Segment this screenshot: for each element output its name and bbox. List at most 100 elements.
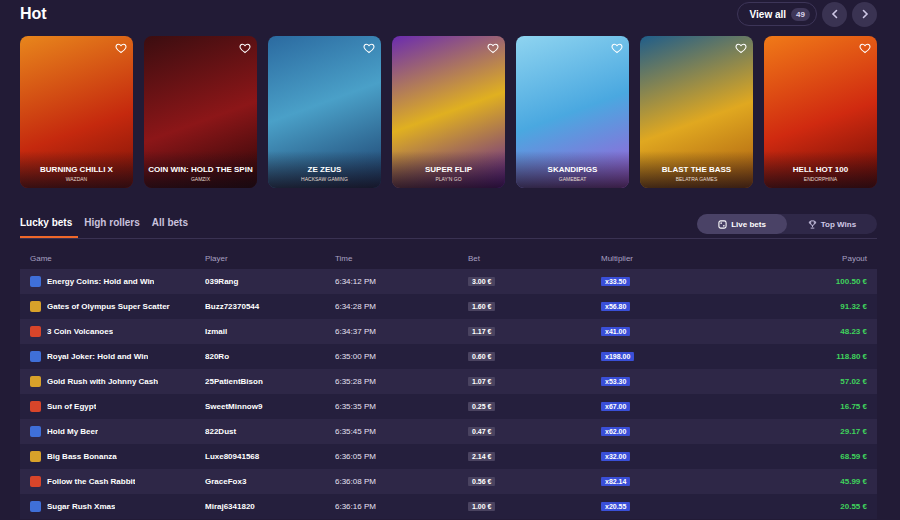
time-cell: 6:35:35 PM [335,402,468,411]
bet-tab[interactable]: Lucky bets [20,217,78,238]
dice-icon [718,220,727,229]
table-row[interactable]: Hold My Beer822Dust6:35:45 PM0.47 €x62.0… [20,419,877,444]
bet-cell: 1.17 € [468,327,601,336]
payout-cell: 20.55 € [747,502,867,511]
bet-cell: 1.60 € [468,302,601,311]
game-art [392,36,505,151]
game-cell: Energy Coins: Hold and Win [30,276,205,287]
bet-tab[interactable]: High rollers [78,217,146,238]
game-title: Gates of Olympus Super Scatter [47,302,170,311]
game-caption: COIN WIN: HOLD THE SPIN GAMZIX [144,151,257,188]
time-cell: 6:35:45 PM [335,427,468,436]
game-provider: GAMZIX [148,176,253,182]
game-card[interactable]: SUPER FLIP PLAY'N GO [392,36,505,188]
bet-tabs: Lucky betsHigh rollersAll bets [20,217,194,238]
game-art [516,36,629,151]
game-caption: ZE ZEUSHACKSAW GAMING [268,151,381,188]
table-row[interactable]: Gold Rush with Johnny Cash 25PatientBison… [20,369,877,394]
multiplier-badge: x67.00 [601,402,630,411]
table-row[interactable]: Energy Coins: Hold and Win039Rang6:34:12… [20,269,877,294]
bet-tab[interactable]: All bets [146,217,194,238]
hot-header: Hot View all49 [20,0,877,28]
heart-icon[interactable] [239,42,251,54]
table-row[interactable]: Royal Joker: Hold and Win820Ro6:35:00 PM… [20,344,877,369]
bet-badge: 0.47 € [468,427,495,436]
table-row[interactable]: Sugar Rush XmasMiraj63418206:36:16 PM1.0… [20,494,877,519]
game-cards: BURNING CHILLI XWAZDAN COIN WIN: HOLD THE… [20,36,877,188]
column-header: Time [335,254,468,263]
player-cell: 039Rang [205,277,335,286]
game-cell: Follow the Cash Rabbit [30,476,205,487]
feed-option[interactable]: Live bets [697,214,787,234]
multiplier-badge: x33.50 [601,277,630,286]
column-header: Game [30,254,205,263]
column-header: Bet [468,254,601,263]
heart-icon[interactable] [611,42,623,54]
game-art [640,36,753,151]
bet-cell: 0.25 € [468,402,601,411]
game-cell: Gates of Olympus Super Scatter [30,301,205,312]
game-thumb-icon [30,451,41,462]
game-title: 3 Coin Volcanoes [47,327,113,336]
next-button[interactable] [852,2,877,27]
multiplier-cell: x67.00 [601,402,747,411]
game-card[interactable]: COIN WIN: HOLD THE SPIN GAMZIX [144,36,257,188]
chevron-left-icon [830,9,840,19]
game-name: BLAST THE BASS [644,165,749,174]
game-provider: ENDORPHINA [768,176,873,182]
game-card[interactable]: BURNING CHILLI XWAZDAN [20,36,133,188]
column-header: Payout [747,254,867,263]
game-caption: SUPER FLIP PLAY'N GO [392,151,505,188]
game-caption: BURNING CHILLI XWAZDAN [20,151,133,188]
game-provider: PLAY'N GO [396,176,501,182]
multiplier-badge: x62.00 [601,427,630,436]
feed-option-label: Live bets [731,220,766,229]
multiplier-cell: x198.00 [601,352,747,361]
game-card[interactable]: HELL HOT 100 ENDORPHINA [764,36,877,188]
game-caption: HELL HOT 100 ENDORPHINA [764,151,877,188]
table-header: GamePlayerTimeBetMultiplierPayout [20,249,877,267]
game-art [268,36,381,151]
table-row[interactable]: Big Bass BonanzaLuxe809415686:36:05 PM2.… [20,444,877,469]
bet-badge: 1.07 € [468,377,495,386]
multiplier-cell: x20.55 [601,502,747,511]
game-card[interactable]: ZE ZEUSHACKSAW GAMING [268,36,381,188]
game-card[interactable]: BLAST THE BASSBELATRA GAMES [640,36,753,188]
multiplier-cell: x32.00 [601,452,747,461]
view-all-button[interactable]: View all49 [737,2,817,26]
game-title: Energy Coins: Hold and Win [47,277,154,286]
bet-cell: 1.00 € [468,502,601,511]
multiplier-cell: x41.00 [601,327,747,336]
bets-table: Energy Coins: Hold and Win039Rang6:34:12… [20,269,877,519]
player-cell: 25PatientBison [205,377,335,386]
heart-icon[interactable] [487,42,499,54]
game-card[interactable]: SKANDIPIGSGAMEBEAT [516,36,629,188]
table-row[interactable]: 3 Coin VolcanoesIzmail6:34:37 PM1.17 €x4… [20,319,877,344]
time-cell: 6:34:28 PM [335,302,468,311]
game-name: HELL HOT 100 [768,165,873,174]
section-title: Hot [20,5,47,23]
game-title: Royal Joker: Hold and Win [47,352,148,361]
prev-button[interactable] [822,2,847,27]
game-title: Gold Rush with Johnny Cash [47,377,158,386]
payout-cell: 48.23 € [747,327,867,336]
table-row[interactable]: Sun of EgyptSweetMinnow96:35:35 PM0.25 €… [20,394,877,419]
feed-option[interactable]: Top Wins [787,214,877,234]
player-cell: 822Dust [205,427,335,436]
heart-icon[interactable] [859,42,871,54]
game-name: COIN WIN: HOLD THE SPIN [148,165,253,174]
bet-cell: 3.00 € [468,277,601,286]
feed-option-label: Top Wins [821,220,856,229]
header-controls: View all49 [737,2,877,27]
multiplier-badge: x82.14 [601,477,630,486]
heart-icon[interactable] [115,42,127,54]
game-thumb-icon [30,351,41,362]
payout-cell: 91.32 € [747,302,867,311]
heart-icon[interactable] [363,42,375,54]
heart-icon[interactable] [735,42,747,54]
game-name: SUPER FLIP [396,165,501,174]
multiplier-cell: x53.30 [601,377,747,386]
table-row[interactable]: Gates of Olympus Super ScatterBuzz723705… [20,294,877,319]
table-row[interactable]: Follow the Cash RabbitGraceFox36:36:08 P… [20,469,877,494]
multiplier-badge: x56.80 [601,302,630,311]
